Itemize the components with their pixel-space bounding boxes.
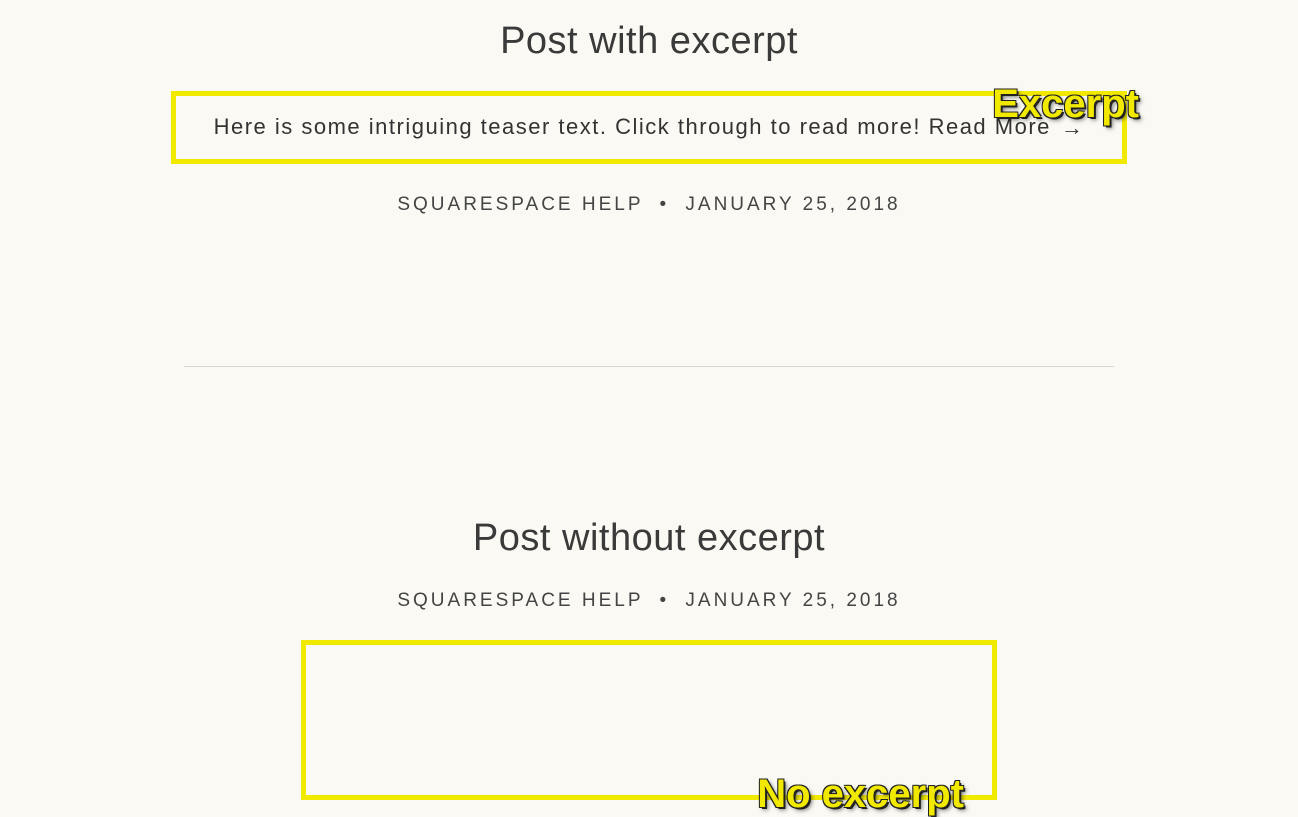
empty-excerpt-highlight-box: No excerpt <box>301 640 997 800</box>
annotation-excerpt-label: Excerpt <box>992 82 1139 127</box>
post-without-excerpt: Post without excerpt SQUARESPACE HELP • … <box>169 517 1129 800</box>
meta-separator: • <box>659 590 669 611</box>
annotation-no-excerpt-label: No excerpt <box>757 772 964 817</box>
post-meta: SQUARESPACE HELP • JANUARY 25, 2018 <box>169 194 1129 216</box>
post-divider <box>184 366 1114 367</box>
post-meta: SQUARESPACE HELP • JANUARY 25, 2018 <box>169 590 1129 612</box>
post-author[interactable]: SQUARESPACE HELP <box>397 194 643 215</box>
post-title[interactable]: Post with excerpt <box>169 20 1129 63</box>
post-author[interactable]: SQUARESPACE HELP <box>397 590 643 611</box>
post-date[interactable]: JANUARY 25, 2018 <box>685 194 900 215</box>
excerpt-text: Here is some intriguing teaser text. Cli… <box>214 114 929 139</box>
post-date[interactable]: JANUARY 25, 2018 <box>685 590 900 611</box>
post-with-excerpt: Post with excerpt Here is some intriguin… <box>169 20 1129 216</box>
excerpt-highlight-box: Here is some intriguing teaser text. Cli… <box>171 91 1127 164</box>
meta-separator: • <box>659 194 669 215</box>
post-title[interactable]: Post without excerpt <box>169 517 1129 560</box>
page-container: Post with excerpt Here is some intriguin… <box>169 0 1129 800</box>
